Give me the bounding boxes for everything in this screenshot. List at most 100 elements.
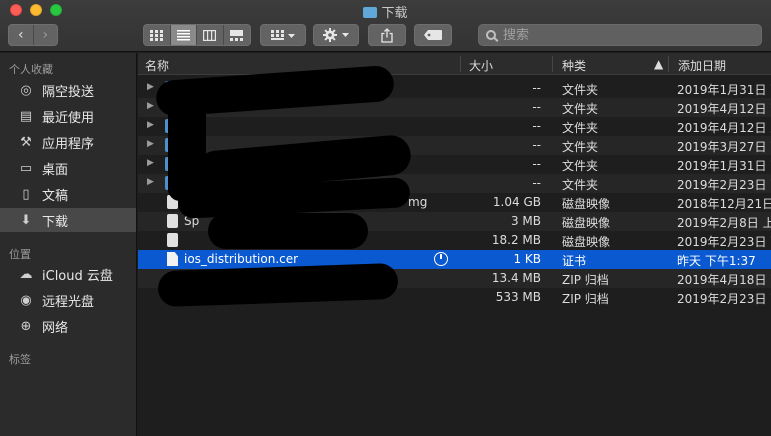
file-size: -- <box>532 81 541 95</box>
tag-icon <box>424 30 442 40</box>
file-date-added: 2019年4月12日 上 <box>677 121 771 135</box>
file-kind: 文件夹 <box>562 102 599 116</box>
sidebar-item-label: 下载 <box>42 214 69 230</box>
sidebar-item-label: 桌面 <box>42 162 69 178</box>
file-kind: 证书 <box>562 254 587 268</box>
column-view-button[interactable] <box>197 25 224 45</box>
search-icon <box>486 30 496 40</box>
sidebar-item-label: 网络 <box>42 320 69 336</box>
favorites-header: 个人收藏 <box>9 63 53 76</box>
redaction-mark <box>168 101 206 201</box>
sidebar-item-icloud[interactable]: ☁ iCloud 云盘 <box>0 262 136 286</box>
file-kind: 文件夹 <box>562 159 599 173</box>
file-row[interactable]: ▶ -- 文件夹 2019年4月12日 上 <box>138 117 771 136</box>
file-size: 533 MB <box>495 290 541 304</box>
file-size: 1 KB <box>513 252 541 266</box>
list-view-button[interactable] <box>170 25 197 45</box>
file-kind: 文件夹 <box>562 121 599 135</box>
file-name: mg <box>408 195 428 209</box>
column-divider[interactable] <box>460 56 461 72</box>
sidebar-item-label: 最近使用 <box>42 110 95 126</box>
file-date-added: 2019年2月23日 下 <box>677 235 771 249</box>
file-kind: 磁盘映像 <box>562 197 611 211</box>
file-row-selected[interactable]: ios_distribution.cer 1 KB 证书 昨天 下午1:37 <box>138 250 771 269</box>
file-size: 3 MB <box>510 214 541 228</box>
sidebar-item-network[interactable]: ⊕ 网络 <box>0 314 136 338</box>
icon-view-button[interactable] <box>144 25 171 45</box>
disclosure-triangle-icon[interactable]: ▶ <box>147 82 154 92</box>
airdrop-icon: ◎ <box>20 82 32 98</box>
desktop-icon: ▭ <box>19 160 33 176</box>
file-kind: ZIP 归档 <box>562 292 609 306</box>
sort-ascending-icon: ▲ <box>654 57 664 71</box>
back-button[interactable]: ‹ <box>9 25 33 45</box>
file-date-added: 2019年1月31日 下 <box>677 83 771 97</box>
search-field[interactable] <box>478 24 762 46</box>
sidebar-item-label: 文稿 <box>42 188 69 204</box>
file-kind: 磁盘映像 <box>562 216 611 230</box>
forward-button[interactable]: › <box>32 25 58 45</box>
column-header-kind[interactable]: 种类 <box>562 57 586 74</box>
sidebar-item-label: iCloud 云盘 <box>42 268 113 284</box>
file-kind: 文件夹 <box>562 178 599 192</box>
columns-icon <box>203 29 217 41</box>
disk-image-icon <box>167 233 178 247</box>
window-title: 下载 <box>0 2 771 21</box>
disclosure-triangle-icon[interactable]: ▶ <box>147 101 154 111</box>
folder-icon <box>363 7 378 18</box>
window-titlebar: 下载 ‹ › <box>0 0 771 52</box>
recents-icon: ▤ <box>19 108 33 124</box>
column-header-bar: 名称 大小 种类 ▲ 添加日期 <box>138 53 771 75</box>
action-menu-button[interactable] <box>313 24 359 46</box>
file-date-added: 2019年2月8日 上 <box>677 216 771 230</box>
sidebar-item-airdrop[interactable]: ◎ 隔空投送 <box>0 78 136 102</box>
sidebar-item-label: 隔空投送 <box>42 84 95 100</box>
file-kind: 磁盘映像 <box>562 235 611 249</box>
file-date-added: 2018年12月21日 <box>677 197 771 211</box>
sidebar-item-downloads[interactable]: ⬇ 下载 <box>0 208 136 232</box>
file-kind: 文件夹 <box>562 83 599 97</box>
sidebar-item-label: 远程光盘 <box>42 294 95 310</box>
download-progress-icon[interactable] <box>434 252 448 266</box>
tags-header: 标签 <box>9 353 31 366</box>
disclosure-triangle-icon[interactable]: ▶ <box>147 158 154 168</box>
file-date-added: 2019年4月18日 下 <box>677 273 771 287</box>
file-size: -- <box>532 100 541 114</box>
file-date-added: 2019年4月12日 下 <box>677 102 771 116</box>
window-title-text: 下载 <box>381 6 408 21</box>
documents-icon: ▯ <box>22 186 30 202</box>
search-input[interactable] <box>503 27 743 43</box>
column-header-name[interactable]: 名称 <box>145 57 169 74</box>
downloads-icon: ⬇ <box>20 212 32 228</box>
gallery-view-button[interactable] <box>224 25 250 45</box>
sidebar-item-documents[interactable]: ▯ 文稿 <box>0 182 136 206</box>
file-date-added: 2019年1月31日 下 <box>677 159 771 173</box>
sidebar-item-desktop[interactable]: ▭ 桌面 <box>0 156 136 180</box>
back-forward-group: ‹ › <box>8 24 58 46</box>
tag-button[interactable] <box>414 24 452 46</box>
file-name: ios_distribution.cer <box>184 252 299 266</box>
file-date-added: 昨天 下午1:37 <box>677 254 756 268</box>
grid-icon <box>150 29 164 41</box>
group-by-button[interactable] <box>260 24 306 46</box>
column-header-size[interactable]: 大小 <box>469 57 493 74</box>
sidebar-item-applications[interactable]: ⚒ 应用程序 <box>0 130 136 154</box>
file-list: 名称 大小 种类 ▲ 添加日期 ▶ -- 文件夹 2019年1月31日 下 ▶ … <box>138 53 771 436</box>
column-divider[interactable] <box>552 56 553 72</box>
sidebar-item-remote-disc[interactable]: ◉ 远程光盘 <box>0 288 136 312</box>
list-icon <box>176 29 190 40</box>
share-button[interactable] <box>368 24 406 46</box>
file-size: 13.4 MB <box>491 271 541 285</box>
column-divider[interactable] <box>668 56 669 72</box>
network-icon: ⊕ <box>20 318 32 334</box>
file-kind: 文件夹 <box>562 140 599 154</box>
disclosure-triangle-icon[interactable]: ▶ <box>147 120 154 130</box>
disclosure-triangle-icon[interactable]: ▶ <box>147 139 154 149</box>
disk-image-icon <box>167 214 178 228</box>
file-size: -- <box>532 119 541 133</box>
disclosure-triangle-icon[interactable]: ▶ <box>147 177 154 187</box>
column-header-date-added[interactable]: 添加日期 <box>678 57 726 74</box>
file-date-added: 2019年2月23日 下 <box>677 178 771 192</box>
file-size: 18.2 MB <box>491 233 541 247</box>
sidebar-item-recents[interactable]: ▤ 最近使用 <box>0 104 136 128</box>
